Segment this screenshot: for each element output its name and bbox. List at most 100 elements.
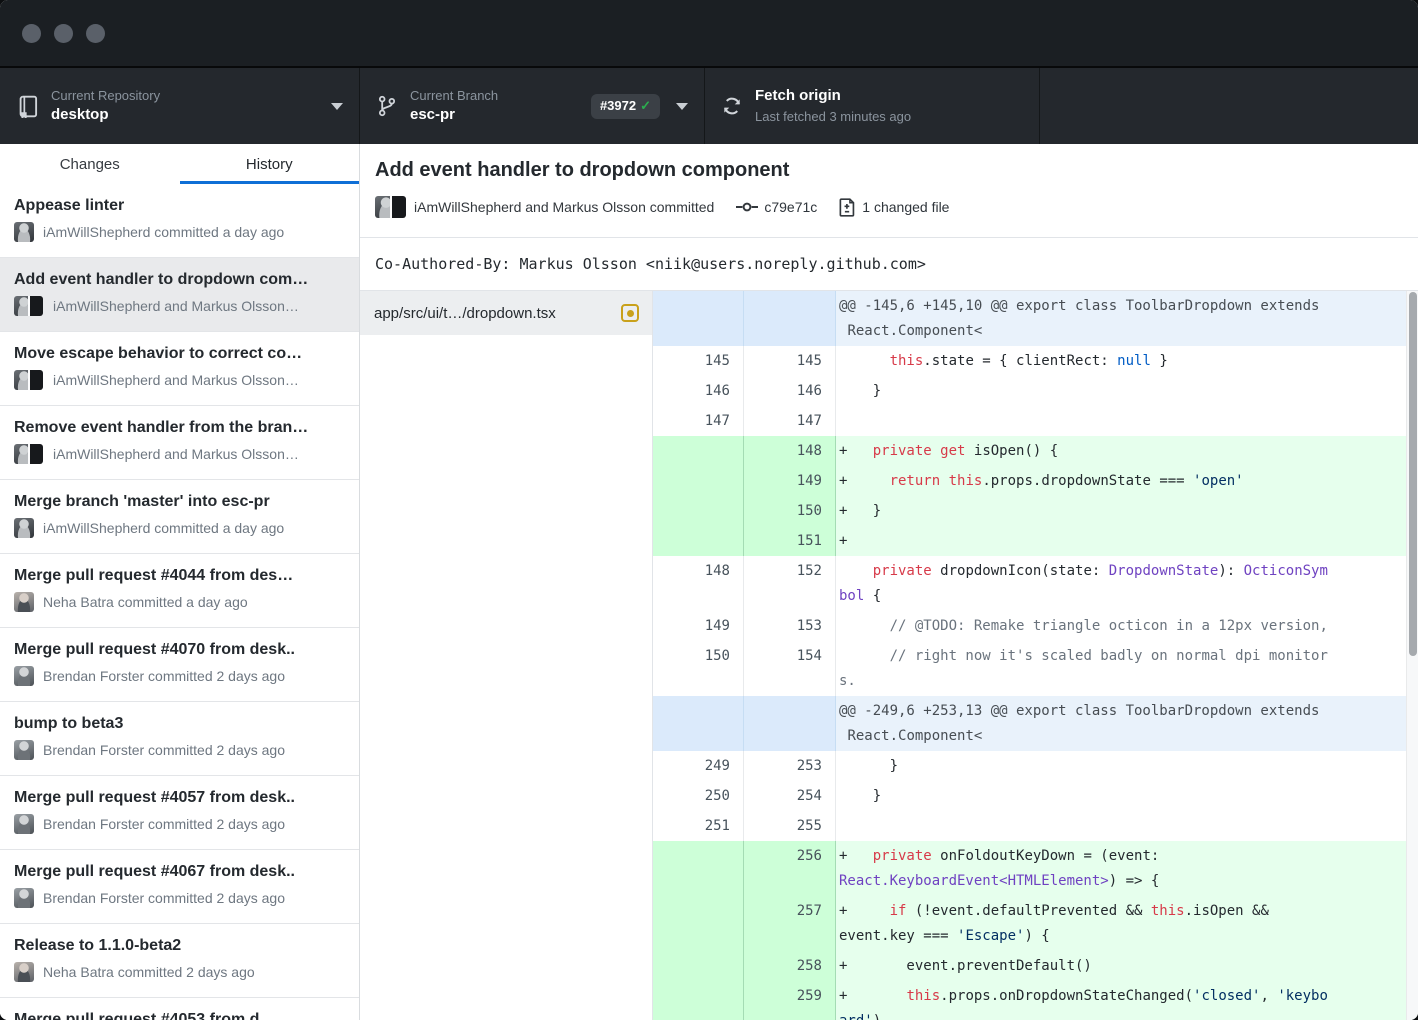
repository-switcher-button[interactable]: Current Repository desktop bbox=[0, 68, 360, 144]
new-line-number: 145 bbox=[744, 346, 836, 376]
commit-item[interactable]: Remove event handler from the bran…iAmWi… bbox=[0, 406, 359, 480]
commit-item[interactable]: Merge pull request #4067 from desk..Bren… bbox=[0, 850, 359, 924]
modified-file-icon bbox=[621, 304, 639, 322]
old-line-number bbox=[653, 466, 744, 496]
diff-line-code: } bbox=[836, 751, 1418, 781]
commit-item-byline: Brendan Forster committed 2 days ago bbox=[43, 668, 285, 684]
old-line-number: 249 bbox=[653, 751, 744, 781]
repo-label: Current Repository bbox=[51, 88, 160, 104]
diff-line-code: + this.props.onDropdownStateChanged('clo… bbox=[836, 981, 1418, 1020]
new-line-number: 258 bbox=[744, 951, 836, 981]
window-zoom-button[interactable] bbox=[86, 24, 105, 43]
commit-item-meta: Neha Batra committed a day ago bbox=[14, 592, 345, 612]
new-line-number bbox=[744, 696, 836, 751]
commit-item[interactable]: Merge pull request #4057 from desk..Bren… bbox=[0, 776, 359, 850]
old-line-number bbox=[653, 291, 744, 346]
tab-history[interactable]: History bbox=[180, 144, 360, 184]
diff-line-code: @@ -249,6 +253,13 @@ export class Toolba… bbox=[836, 696, 1418, 751]
sync-icon bbox=[721, 95, 743, 117]
new-line-number: 259 bbox=[744, 981, 836, 1020]
commit-item-title: Merge pull request #4044 from des… bbox=[14, 565, 345, 586]
diff-file-icon bbox=[839, 198, 856, 217]
commit-item-meta: iAmWillShepherd and Markus Olsson… bbox=[14, 296, 345, 316]
commit-item[interactable]: Add event handler to dropdown com…iAmWil… bbox=[0, 258, 359, 332]
window-close-button[interactable] bbox=[22, 24, 41, 43]
will-avatar bbox=[14, 222, 34, 242]
chevron-down-icon bbox=[676, 103, 688, 110]
file-item[interactable]: app/src/ui/t…/dropdown.tsx bbox=[360, 291, 652, 335]
new-line-number: 153 bbox=[744, 611, 836, 641]
fetch-origin-button[interactable]: Fetch origin Last fetched 3 minutes ago bbox=[705, 68, 1040, 144]
old-line-number: 150 bbox=[653, 641, 744, 696]
commit-item[interactable]: Appease linteriAmWillShepherd committed … bbox=[0, 184, 359, 258]
commit-item-meta: iAmWillShepherd and Markus Olsson… bbox=[14, 444, 345, 464]
diff-scrollbar[interactable] bbox=[1406, 291, 1418, 1020]
brendan-avatar bbox=[14, 740, 34, 760]
new-line-number: 152 bbox=[744, 556, 836, 611]
commit-item-title: bump to beta3 bbox=[14, 713, 345, 734]
tab-changes[interactable]: Changes bbox=[0, 144, 180, 184]
commit-item[interactable]: Merge pull request #4044 from des… Neha B… bbox=[0, 554, 359, 628]
new-line-number bbox=[744, 291, 836, 346]
avatar bbox=[14, 592, 34, 612]
diff-line-code: + if (!event.defaultPrevented && this.is… bbox=[836, 896, 1418, 951]
brendan-avatar bbox=[14, 888, 34, 908]
commit-item[interactable]: Merge branch 'master' into esc-priAmWill… bbox=[0, 480, 359, 554]
commit-item-byline: Brendan Forster committed 2 days ago bbox=[43, 890, 285, 906]
commit-item-meta: iAmWillShepherd committed a day ago bbox=[14, 222, 345, 242]
new-line-number: 253 bbox=[744, 751, 836, 781]
history-detail: Add event handler to dropdown component … bbox=[360, 144, 1418, 1020]
file-path: app/src/ui/t…/dropdown.tsx bbox=[374, 305, 556, 322]
diff-line-code bbox=[836, 406, 1418, 436]
commit-item-title: Release to 1.1.0-beta2 bbox=[14, 935, 345, 956]
fetch-label: Fetch origin bbox=[755, 87, 911, 106]
git-commit-icon bbox=[736, 199, 758, 215]
diff-line-code: + return this.props.dropdownState === 'o… bbox=[836, 466, 1418, 496]
tab-changes-label: Changes bbox=[60, 156, 120, 173]
old-line-number: 250 bbox=[653, 781, 744, 811]
old-line-number bbox=[653, 436, 744, 466]
diff-row: @@ -145,6 +145,10 @@ export class Toolba… bbox=[653, 291, 1418, 346]
new-line-number: 147 bbox=[744, 406, 836, 436]
commit-item-title: Merge pull request #4053 from d… bbox=[14, 1009, 345, 1020]
commit-item[interactable]: Merge pull request #4070 from desk..Bren… bbox=[0, 628, 359, 702]
old-line-number: 149 bbox=[653, 611, 744, 641]
diff-line-code: // right now it's scaled badly on normal… bbox=[836, 641, 1418, 696]
commit-item[interactable]: Merge pull request #4053 from d…Brendan … bbox=[0, 998, 359, 1020]
scrollbar-thumb[interactable] bbox=[1409, 292, 1417, 656]
new-line-number: 254 bbox=[744, 781, 836, 811]
chevron-down-icon bbox=[331, 103, 343, 110]
window-minimize-button[interactable] bbox=[54, 24, 73, 43]
diff-panel: @@ -145,6 +145,10 @@ export class Toolba… bbox=[653, 291, 1418, 1020]
commit-item-title: Merge pull request #4057 from desk.. bbox=[14, 787, 345, 808]
commit-item[interactable]: Release to 1.1.0-beta2 Neha Batra committ… bbox=[0, 924, 359, 998]
diff-line-code: // @TODO: Remake triangle octicon in a 1… bbox=[836, 611, 1418, 641]
fetch-status: Last fetched 3 minutes ago bbox=[755, 109, 911, 125]
commit-item[interactable]: Move escape behavior to correct co…iAmWi… bbox=[0, 332, 359, 406]
diff-line-code: + bbox=[836, 526, 1418, 556]
avatar bbox=[14, 888, 34, 908]
old-line-number bbox=[653, 526, 744, 556]
commit-item-byline: Neha Batra committed 2 days ago bbox=[43, 964, 255, 980]
diff-row: 145145 this.state = { clientRect: null } bbox=[653, 346, 1418, 376]
old-line-number: 251 bbox=[653, 811, 744, 841]
commit-item[interactable]: bump to beta3Brendan Forster committed 2… bbox=[0, 702, 359, 776]
diff-row: 249253 } bbox=[653, 751, 1418, 781]
commit-item-meta: iAmWillShepherd and Markus Olsson… bbox=[14, 370, 345, 390]
old-line-number: 146 bbox=[653, 376, 744, 406]
diff-row: 149153 // @TODO: Remake triangle octicon… bbox=[653, 611, 1418, 641]
commit-item-byline: iAmWillShepherd and Markus Olsson… bbox=[53, 446, 299, 462]
diff-line-code: @@ -145,6 +145,10 @@ export class Toolba… bbox=[836, 291, 1418, 346]
commit-description: Co-Authored-By: Markus Olsson <niik@user… bbox=[360, 238, 1418, 291]
old-line-number bbox=[653, 951, 744, 981]
old-line-number bbox=[653, 981, 744, 1020]
branch-switcher-button[interactable]: Current Branch esc-pr #3972✓ bbox=[360, 68, 705, 144]
commit-item-meta: iAmWillShepherd committed a day ago bbox=[14, 518, 345, 538]
titlebar bbox=[0, 0, 1418, 68]
sidebar: Changes History Appease linteriAmWillShe… bbox=[0, 144, 360, 1020]
diff-row: 259+ this.props.onDropdownStateChanged('… bbox=[653, 981, 1418, 1020]
commit-authors: iAmWillShepherd and Markus Olsson commit… bbox=[414, 199, 714, 215]
markus-avatar bbox=[28, 444, 43, 464]
diff-row: 148+ private get isOpen() { bbox=[653, 436, 1418, 466]
diff-line-code: this.state = { clientRect: null } bbox=[836, 346, 1418, 376]
